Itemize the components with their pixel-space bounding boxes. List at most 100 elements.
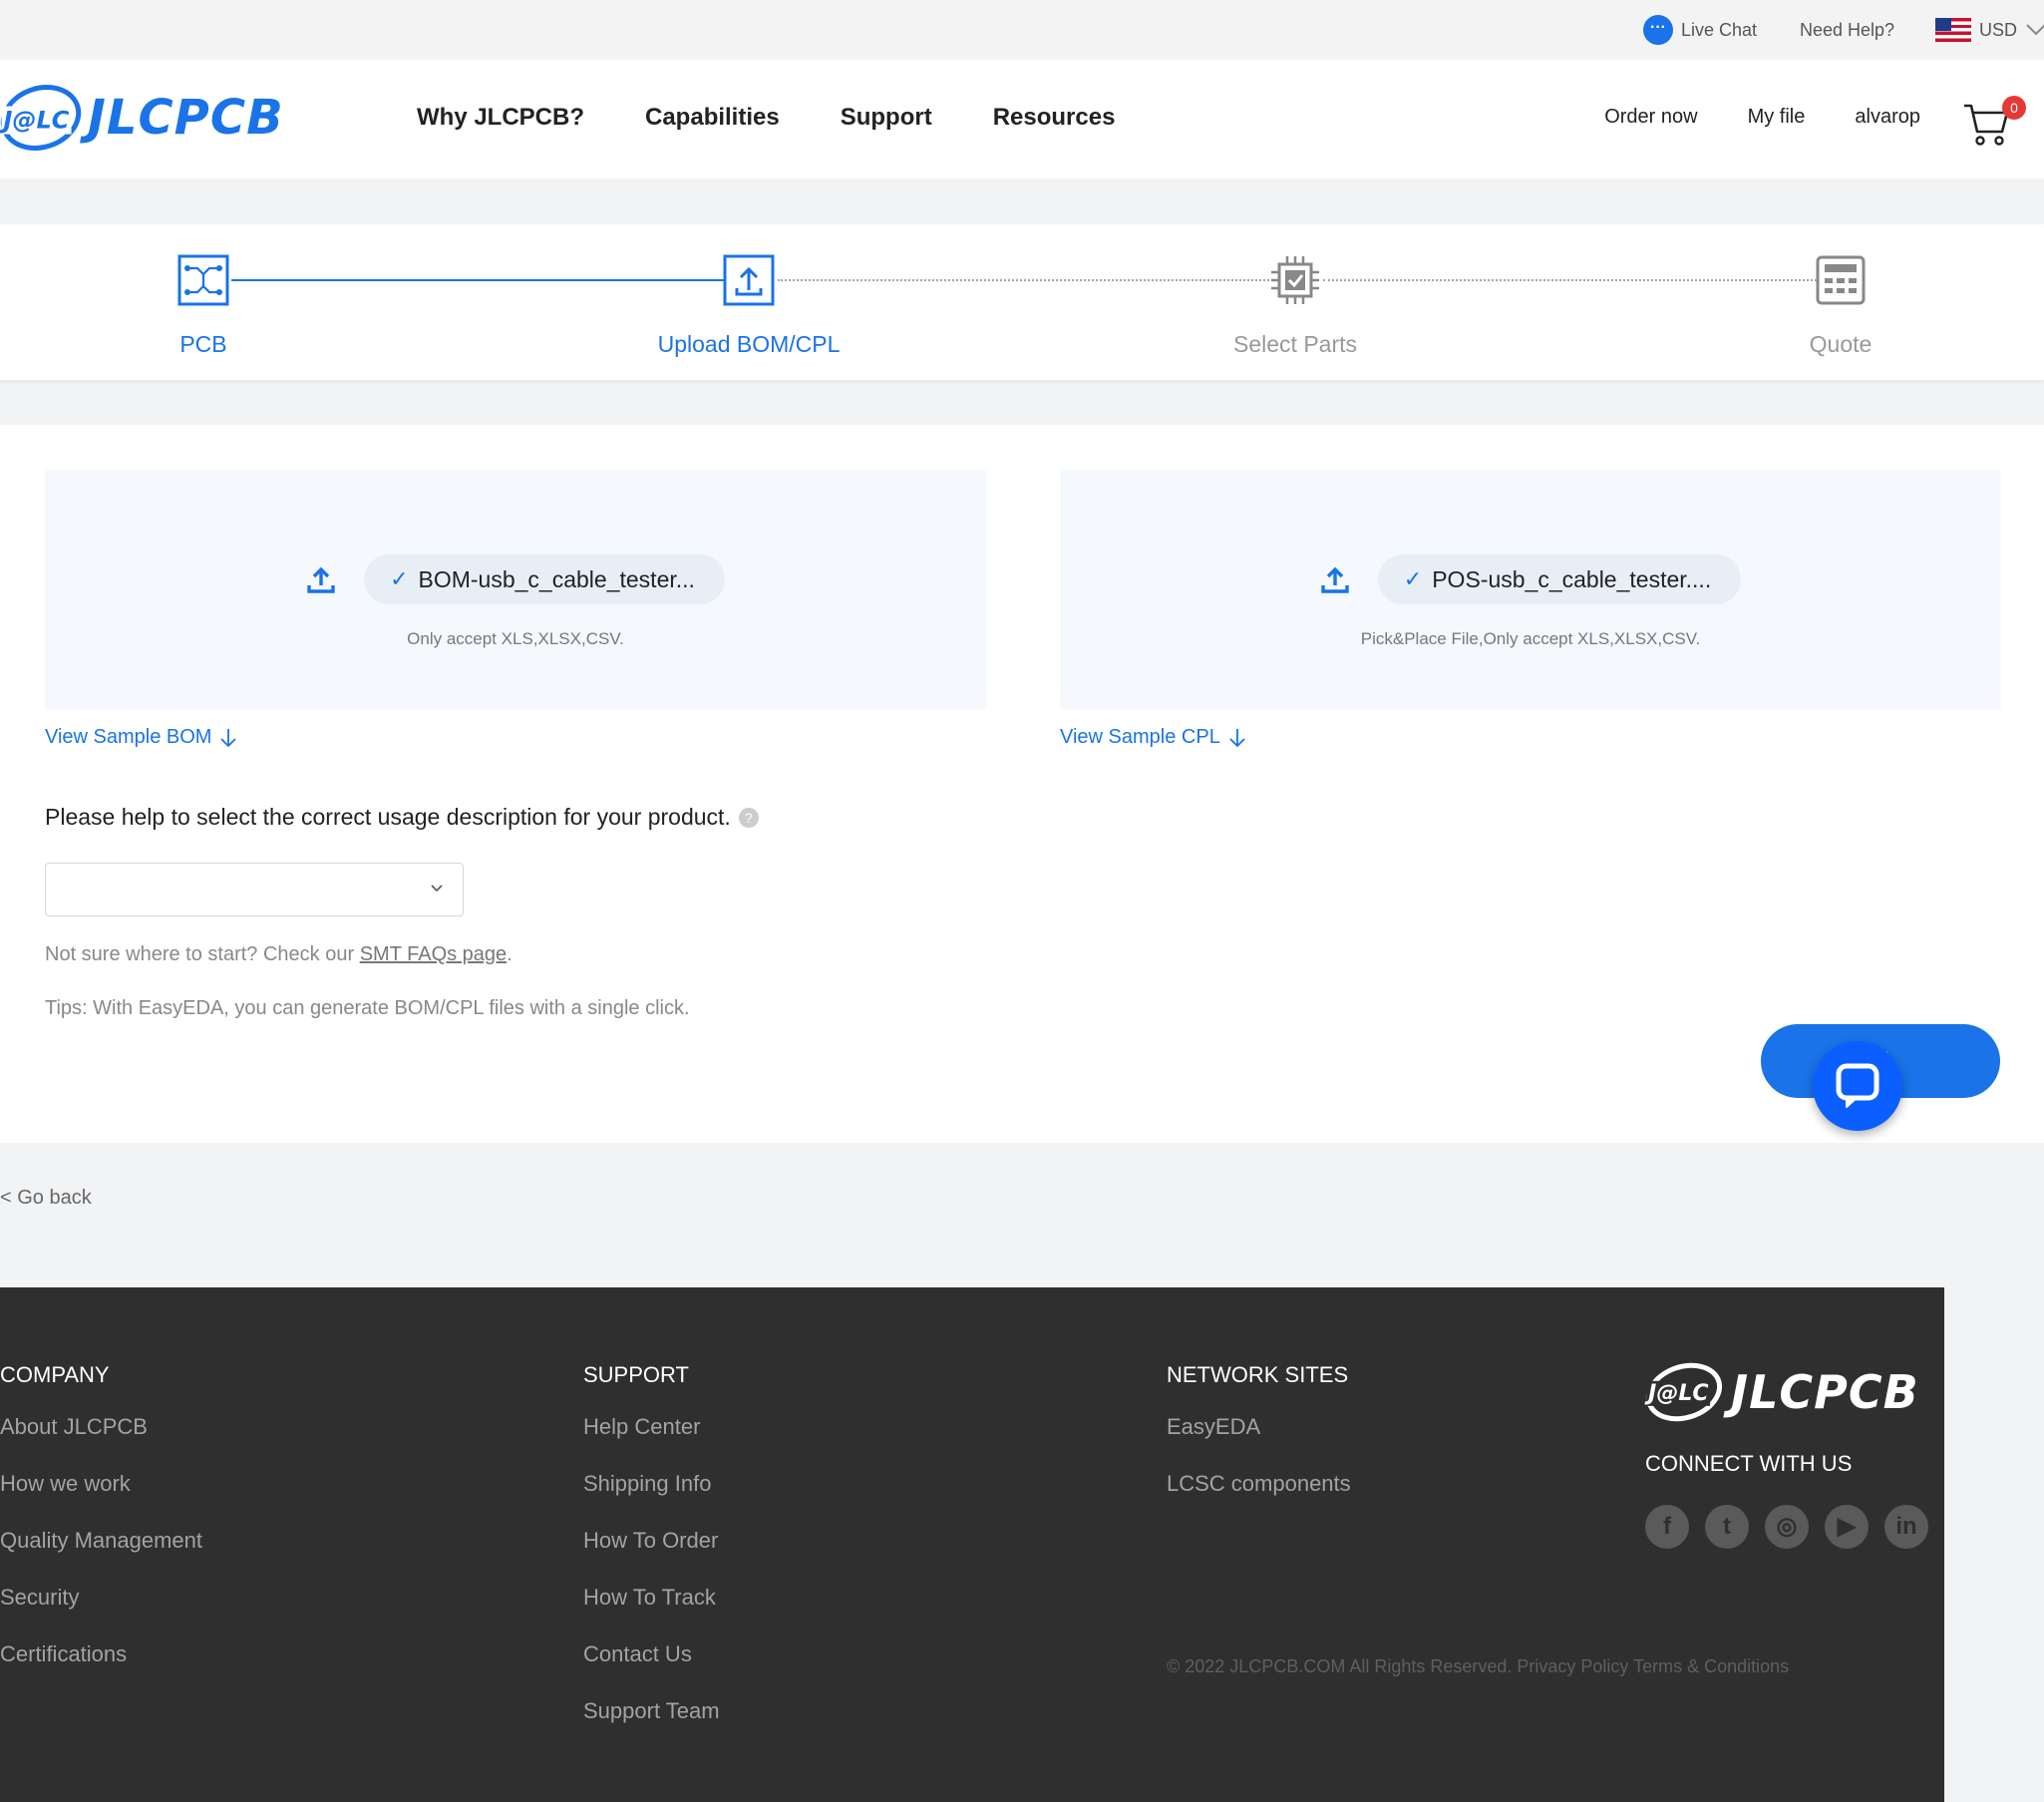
step-upload-bom-cpl[interactable]: Upload BOM/CPL	[639, 254, 858, 358]
footer-company-title: COMPANY	[0, 1362, 110, 1387]
upload-arrow-icon[interactable]	[306, 564, 336, 594]
us-flag-icon	[1935, 18, 1971, 42]
jlcpcb-logo[interactable]: J@LC JLCPCB	[0, 74, 284, 162]
step-pcb[interactable]: PCB	[94, 254, 313, 358]
logo-mark: J@LC	[1638, 1353, 1730, 1431]
easyeda-tip: Tips: With EasyEDA, you can generate BOM…	[45, 997, 690, 1019]
pcb-circuit-icon	[177, 254, 229, 306]
go-back-link[interactable]: < Go back	[0, 1187, 92, 1210]
logo-mark-text: J@LC	[1, 106, 72, 135]
need-help-label: Need Help?	[1800, 19, 1895, 40]
footer-link[interactable]: Certifications	[0, 1641, 202, 1698]
usage-question: Please help to select the correct usage …	[45, 804, 759, 831]
account-nav: Order now My file alvarop	[1604, 106, 1920, 129]
facebook-icon[interactable]: f	[1645, 1505, 1689, 1549]
check-icon: ✓	[390, 566, 409, 591]
step-label: Select Parts	[1233, 331, 1357, 357]
footer-link[interactable]: Support Team	[583, 1698, 720, 1755]
bom-file-name: BOM-usb_c_cable_tester...	[418, 565, 695, 592]
footer-link[interactable]: Security	[0, 1585, 202, 1641]
chip-check-icon	[1271, 256, 1319, 304]
cpl-accept-hint: Pick&Place File,Only accept XLS,XLSX,CSV…	[1360, 629, 1701, 648]
footer-support-title: SUPPORT	[583, 1362, 689, 1387]
footer-support-column: SUPPORT Help Center Shipping Info How To…	[583, 1362, 720, 1755]
calculator-icon	[1816, 255, 1866, 305]
step-select-parts[interactable]: Select Parts	[1186, 254, 1405, 358]
user-account-link[interactable]: alvarop	[1855, 106, 1920, 129]
download-icon	[1229, 728, 1245, 747]
top-utility-bar: ··· Live Chat Need Help? USD	[0, 0, 2044, 60]
social-links: f t ◎ ▶ in	[1645, 1505, 1928, 1549]
footer-logo[interactable]: J@LC JLCPCB	[1638, 1353, 1919, 1431]
copyright-text: © 2022 JLCPCB.COM All Rights Reserved. P…	[1167, 1656, 1790, 1676]
step-label: Upload BOM/CPL	[657, 331, 841, 357]
chat-widget-button[interactable]	[1813, 1041, 1902, 1131]
linkedin-icon[interactable]: in	[1884, 1505, 1928, 1549]
logo-mark: J@LC	[0, 74, 90, 162]
footer-network-column: NETWORK SITES EasyEDA LCSC components	[1167, 1362, 1351, 1528]
live-chat-link[interactable]: ··· Live Chat	[1643, 14, 1757, 46]
nav-capabilities[interactable]: Capabilities	[645, 104, 780, 132]
currency-label: USD	[1979, 19, 2018, 40]
help-question-icon[interactable]: ?	[738, 807, 759, 828]
usage-description-select[interactable]	[45, 863, 464, 916]
footer-link[interactable]: Quality Management	[0, 1528, 202, 1585]
faq-note-prefix: Not sure where to start? Check our	[45, 943, 360, 965]
smt-faqs-link[interactable]: SMT FAQs page	[360, 943, 507, 965]
cpl-file-chip[interactable]: ✓ POS-usb_c_cable_tester....	[1377, 554, 1742, 604]
upload-panel: ✓ BOM-usb_c_cable_tester... Only accept …	[0, 425, 2044, 1143]
footer-link[interactable]: Help Center	[583, 1414, 720, 1471]
logo-mark-text: J@LC	[1646, 1380, 1711, 1406]
connect-title: CONNECT WITH US	[1645, 1451, 1853, 1476]
footer-link[interactable]: How To Order	[583, 1528, 720, 1585]
live-chat-label: Live Chat	[1681, 19, 1758, 40]
instagram-icon[interactable]: ◎	[1765, 1505, 1809, 1549]
view-sample-cpl-label: View Sample CPL	[1060, 726, 1220, 748]
twitter-icon[interactable]: t	[1705, 1505, 1749, 1549]
view-sample-bom-link[interactable]: View Sample BOM	[45, 726, 237, 749]
cart-count-badge: 0	[2002, 96, 2026, 120]
chat-bubble-icon: ···	[1643, 15, 1673, 45]
faq-note-suffix: .	[507, 943, 512, 965]
download-icon	[220, 728, 237, 747]
currency-selector[interactable]: USD	[1935, 14, 2044, 46]
main-nav: Why JLCPCB? Capabilities Support Resourc…	[417, 104, 1115, 132]
nav-resources[interactable]: Resources	[993, 104, 1116, 132]
chevron-down-icon	[431, 885, 443, 893]
footer-link[interactable]: About JLCPCB	[0, 1414, 202, 1471]
main-header: J@LC JLCPCB Why JLCPCB? Capabilities Sup…	[0, 60, 2044, 179]
nav-support[interactable]: Support	[841, 104, 932, 132]
footer-link[interactable]: Shipping Info	[583, 1471, 720, 1528]
footer-company-column: COMPANY About JLCPCB How we work Quality…	[0, 1362, 202, 1698]
step-label: PCB	[179, 331, 227, 357]
step-label: Quote	[1809, 331, 1873, 357]
footer-link[interactable]: Contact Us	[583, 1641, 720, 1698]
upload-arrow-icon[interactable]	[1320, 564, 1350, 594]
order-now-link[interactable]: Order now	[1604, 106, 1697, 129]
footer-link[interactable]: EasyEDA	[1167, 1414, 1351, 1471]
chevron-down-icon	[2026, 24, 2044, 36]
bom-dropzone[interactable]: ✓ BOM-usb_c_cable_tester... Only accept …	[45, 470, 986, 709]
bom-accept-hint: Only accept XLS,XLSX,CSV.	[407, 629, 624, 648]
footer-link[interactable]: How we work	[0, 1471, 202, 1528]
faq-note: Not sure where to start? Check our SMT F…	[45, 943, 512, 966]
step-quote[interactable]: Quote	[1731, 254, 1950, 358]
usage-question-text: Please help to select the correct usage …	[45, 804, 731, 830]
view-sample-bom-label: View Sample BOM	[45, 726, 212, 748]
footer-link[interactable]: How To Track	[583, 1585, 720, 1641]
order-stepper: PCB Upload BOM/CPL Select Parts Quote	[0, 224, 2044, 380]
cpl-dropzone[interactable]: ✓ POS-usb_c_cable_tester.... Pick&Place …	[1060, 470, 2001, 709]
cpl-file-name: POS-usb_c_cable_tester....	[1432, 565, 1712, 592]
footer-network-title: NETWORK SITES	[1167, 1362, 1349, 1387]
nav-why-jlcpcb[interactable]: Why JLCPCB?	[417, 104, 584, 132]
view-sample-cpl-link[interactable]: View Sample CPL	[1060, 726, 1246, 749]
need-help-link[interactable]: Need Help?	[1800, 14, 1894, 46]
footer-link[interactable]: LCSC components	[1167, 1471, 1351, 1528]
bom-file-chip[interactable]: ✓ BOM-usb_c_cable_tester...	[364, 554, 725, 604]
logo-text: JLCPCB	[1731, 1365, 1919, 1419]
youtube-icon[interactable]: ▶	[1825, 1505, 1869, 1549]
my-file-link[interactable]: My file	[1748, 106, 1806, 129]
upload-icon	[723, 254, 775, 306]
chat-bubble-icon	[1836, 1063, 1879, 1108]
logo-text: JLCPCB	[88, 90, 284, 146]
